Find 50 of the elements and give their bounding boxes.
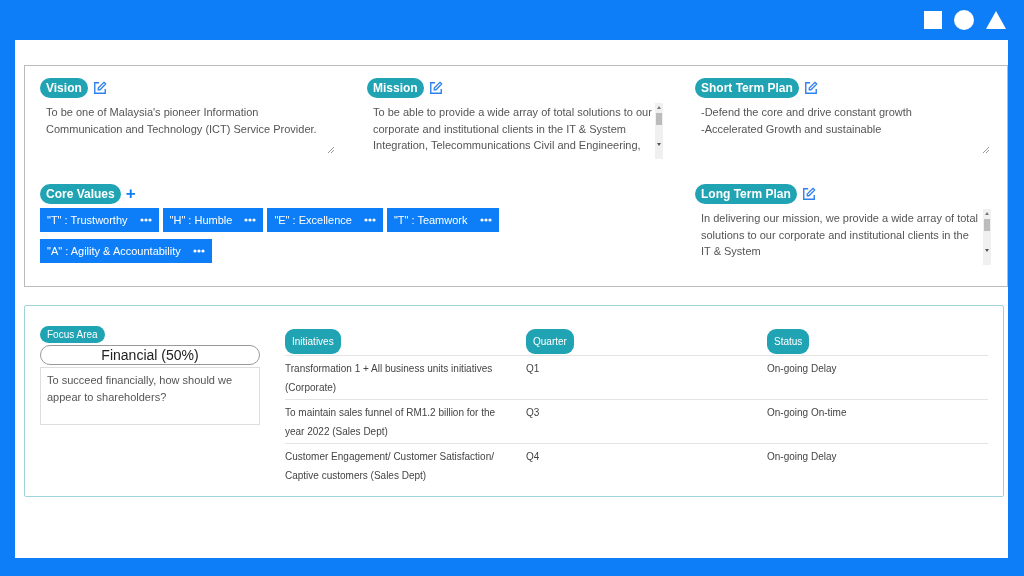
value-tag[interactable]: "T" : Trustworthy (40, 208, 159, 232)
section-label: Long Term Plan (695, 184, 797, 204)
table-cell-text: Customer Engagement/ Customer Satisfaction/ Captive customers (Sales Dept) (285, 450, 495, 483)
scrollbar[interactable] (655, 103, 663, 159)
square-icon (924, 11, 942, 29)
scrollbar[interactable] (983, 209, 991, 265)
table-cell-text: On-going Delay (767, 450, 837, 464)
table-cell-text: Q3 (526, 406, 540, 420)
section-label: Vision (40, 78, 88, 98)
text-area[interactable]: To be one of Malaysia's pioneer Information Communication and Technology (ICT) Service Provider. (40, 101, 336, 155)
section-label: Mission (367, 78, 424, 98)
circle-icon (954, 10, 974, 30)
edit-icon[interactable] (92, 81, 107, 95)
text-area[interactable]: To be able to provide a wide array of total solutions to our corporate and institutional clients in the IT & System Integration, Telecommunications Civil and Engineering, (367, 101, 663, 155)
more-icon[interactable] (192, 249, 205, 253)
add-button[interactable]: + (125, 187, 136, 201)
table-cell-text: On-going Delay (767, 362, 837, 376)
value-tag[interactable]: "A" : Agility & Accountability (40, 239, 212, 263)
table-cell-text: To maintain sales funnel of RM1.2 billion for the year 2022 (Sales Dept) (285, 406, 497, 439)
triangle-icon (986, 11, 1006, 29)
table-cell-text: On-going On-time (767, 406, 847, 420)
table-cell-text: Q1 (526, 362, 540, 376)
table-cell-text: Transformation 1 + All business units initiatives (Corporate) (285, 362, 494, 395)
edit-icon[interactable] (428, 81, 443, 95)
column-header: Initiatives (285, 329, 341, 354)
value-label: "T" : Teamwork (393, 214, 468, 226)
value-tag[interactable]: "E" : Excellence (267, 208, 383, 232)
more-icon[interactable] (363, 218, 376, 222)
value-label: "E" : Excellence (274, 214, 352, 226)
edit-icon[interactable] (801, 187, 816, 201)
value-label: "H" : Humble (169, 214, 233, 226)
more-icon[interactable] (244, 218, 257, 222)
value-label: "A" : Agility & Accountability (47, 245, 181, 257)
section-label: Core Values (40, 184, 121, 204)
resize-grip-icon[interactable] (983, 147, 989, 153)
text-area[interactable]: -Defend the core and drive constant growth -Accelerated Growth and sustainable (695, 101, 991, 155)
value-label: "T" : Trustworthy (47, 214, 128, 226)
column-header: Status (767, 329, 810, 354)
resize-grip-icon[interactable] (328, 147, 334, 153)
value-tag[interactable]: "T" : Teamwork (386, 208, 499, 232)
text-area[interactable]: To succeed financially, how should we appear to shareholders? (40, 367, 260, 425)
value-tag[interactable]: "H" : Humble (162, 208, 264, 232)
text-area[interactable]: In delivering our mission, we provide a wide array of total solutions to our corporate and institutional clients in the IT & System (695, 207, 991, 261)
column-header: Quarter (526, 329, 574, 354)
table-cell-text: Q4 (526, 450, 540, 464)
edit-icon[interactable] (803, 81, 818, 95)
more-icon[interactable] (139, 218, 152, 222)
section-label: Short Term Plan (695, 78, 799, 98)
more-icon[interactable] (479, 218, 492, 222)
section-label: Focus Area (40, 326, 105, 343)
